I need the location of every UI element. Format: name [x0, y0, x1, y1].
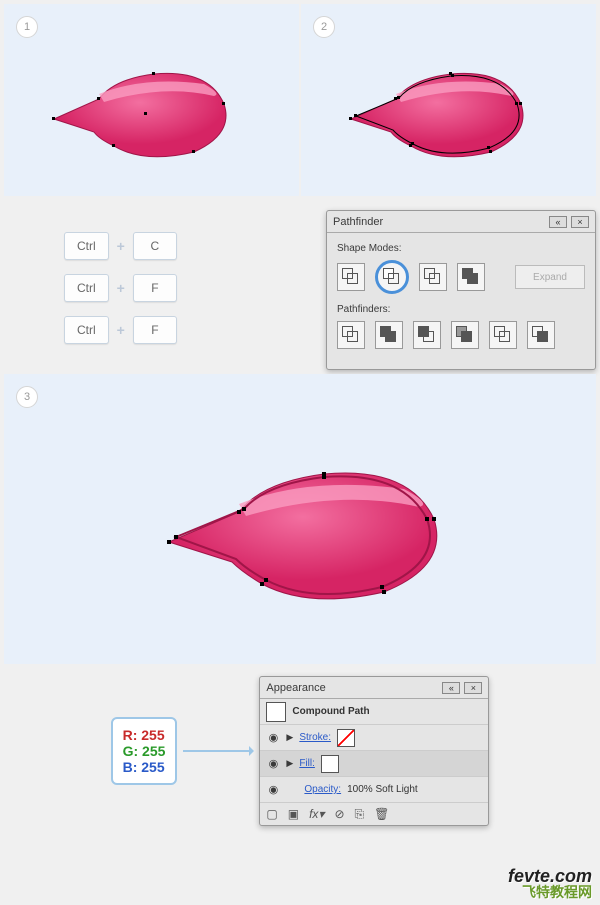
- shape-modes-row: Expand: [337, 260, 585, 294]
- trash-icon[interactable]: 🗑: [374, 807, 389, 821]
- new-stroke-icon[interactable]: ▣: [288, 807, 299, 821]
- red-value: R: 255: [123, 727, 166, 743]
- appearance-panel: Appearance « × Compound Path ◉ ▶ Stroke:…: [259, 676, 489, 826]
- divide-button[interactable]: [337, 321, 365, 349]
- plus-icon: +: [117, 280, 125, 296]
- key-letter: F: [133, 274, 177, 302]
- unite-button[interactable]: [337, 263, 365, 291]
- expand-icon[interactable]: ▶: [286, 732, 293, 743]
- opacity-value: 100% Soft Light: [347, 784, 418, 795]
- plus-icon: +: [117, 238, 125, 254]
- expand-button[interactable]: Expand: [515, 265, 585, 289]
- mid-row: Ctrl + C Ctrl + F Ctrl + F Pathfinder « …: [0, 200, 600, 370]
- watermark: fevte.com 飞特教程网: [508, 867, 592, 899]
- crop-button[interactable]: [451, 321, 479, 349]
- pathfinder-panel: Pathfinder « × Shape Modes: Expand Pathf…: [326, 210, 596, 370]
- rgb-values-box: R: 255 G: 255 B: 255: [111, 717, 178, 785]
- pathfinders-label: Pathfinders:: [337, 304, 585, 315]
- duplicate-icon[interactable]: ⎘: [355, 807, 365, 822]
- shape-modes-label: Shape Modes:: [337, 243, 585, 254]
- minus-back-button[interactable]: [527, 321, 555, 349]
- canvas-step-2[interactable]: 2: [301, 4, 596, 196]
- minus-front-button[interactable]: [375, 260, 409, 294]
- step-badge-3: 3: [16, 386, 38, 408]
- step-badge-1: 1: [16, 16, 38, 38]
- blue-value: B: 255: [123, 759, 166, 775]
- object-type-label: Compound Path: [292, 706, 369, 717]
- object-type-row[interactable]: Compound Path: [260, 699, 488, 725]
- panel-footer: ▢ ▣ fx▾ ⊘ ⎘ 🗑: [260, 803, 488, 825]
- watermark-url: fevte.com: [508, 867, 592, 885]
- clear-icon[interactable]: ⊘: [334, 807, 344, 821]
- opacity-label[interactable]: Opacity:: [304, 784, 341, 795]
- fish-shape-3[interactable]: [154, 444, 474, 624]
- canvas-step-1[interactable]: 1: [4, 4, 299, 196]
- exclude-button[interactable]: [457, 263, 485, 291]
- fish-shape-2[interactable]: [341, 54, 541, 174]
- visibility-icon[interactable]: ◉: [266, 783, 280, 797]
- panel-header[interactable]: Pathfinder « ×: [327, 211, 595, 233]
- fish-shape-1[interactable]: [44, 54, 244, 174]
- panel-header[interactable]: Appearance « ×: [260, 677, 488, 699]
- fill-row[interactable]: ◉ ▶ Fill:: [260, 751, 488, 777]
- collapse-icon[interactable]: «: [442, 682, 460, 694]
- stroke-label[interactable]: Stroke:: [299, 732, 331, 743]
- key-ctrl: Ctrl: [64, 316, 109, 344]
- top-canvas-row: 1 2: [0, 0, 600, 200]
- collapse-icon[interactable]: «: [549, 216, 567, 228]
- fill-label[interactable]: Fill:: [299, 758, 315, 769]
- panel-title: Pathfinder: [333, 216, 549, 228]
- stroke-row[interactable]: ◉ ▶ Stroke:: [260, 725, 488, 751]
- key-ctrl: Ctrl: [64, 274, 109, 302]
- bottom-row: R: 255 G: 255 B: 255 Appearance « × Comp…: [0, 668, 600, 830]
- thumbnail-icon: [266, 702, 286, 722]
- panel-title: Appearance: [266, 682, 442, 694]
- expand-icon[interactable]: ▶: [286, 758, 293, 769]
- close-icon[interactable]: ×: [571, 216, 589, 228]
- key-letter: C: [133, 232, 177, 260]
- fx-icon[interactable]: fx▾: [309, 807, 324, 821]
- shortcut-row: Ctrl + F: [64, 274, 177, 302]
- close-icon[interactable]: ×: [464, 682, 482, 694]
- visibility-icon[interactable]: ◉: [266, 757, 280, 771]
- shortcut-row: Ctrl + F: [64, 316, 177, 344]
- plus-icon: +: [117, 322, 125, 338]
- canvas-step-3[interactable]: 3: [4, 374, 596, 664]
- stroke-swatch[interactable]: [337, 729, 355, 747]
- merge-button[interactable]: [413, 321, 441, 349]
- new-fill-icon[interactable]: ▢: [266, 807, 277, 821]
- step-badge-2: 2: [313, 16, 335, 38]
- outline-button[interactable]: [489, 321, 517, 349]
- opacity-row[interactable]: ◉ Opacity: 100% Soft Light: [260, 777, 488, 803]
- green-value: G: 255: [123, 743, 166, 759]
- shortcut-row: Ctrl + C: [64, 232, 177, 260]
- pathfinders-row: [337, 321, 585, 349]
- key-ctrl: Ctrl: [64, 232, 109, 260]
- intersect-button[interactable]: [419, 263, 447, 291]
- arrow-icon: [183, 750, 253, 752]
- trim-button[interactable]: [375, 321, 403, 349]
- fill-swatch[interactable]: [321, 755, 339, 773]
- visibility-icon[interactable]: ◉: [266, 731, 280, 745]
- key-letter: F: [133, 316, 177, 344]
- keyboard-shortcuts: Ctrl + C Ctrl + F Ctrl + F: [4, 204, 324, 370]
- watermark-cn: 飞特教程网: [508, 885, 592, 899]
